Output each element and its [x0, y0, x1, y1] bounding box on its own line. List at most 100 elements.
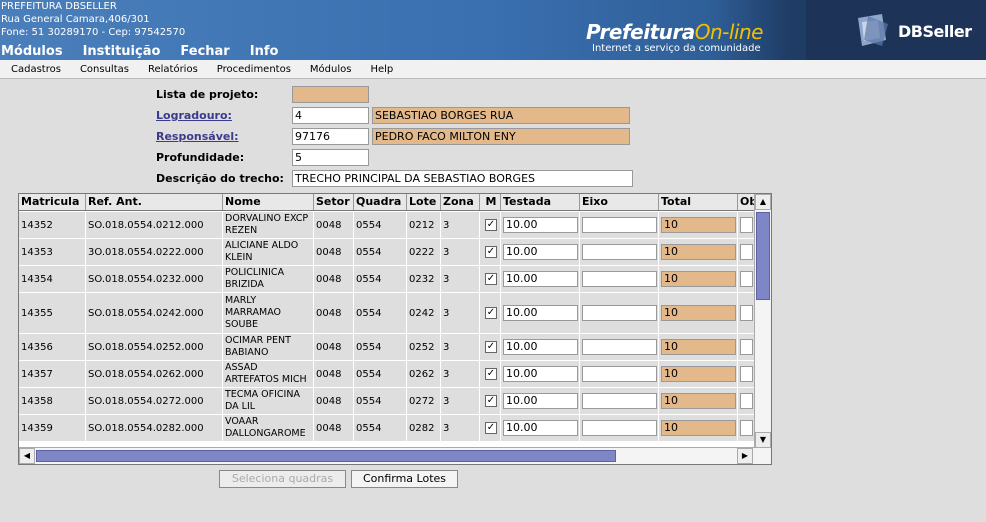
cell-lote: 0252 [407, 334, 441, 360]
nav-instituicao[interactable]: Instituição [83, 44, 161, 59]
descricao-field[interactable]: TRECHO PRINCIPAL DA SEBASTIAO BORGES [292, 170, 633, 187]
menu-cadastros[interactable]: Cadastros [11, 64, 61, 75]
check-icon[interactable]: ✓ [485, 246, 497, 258]
cell-testada: 10.00 [501, 293, 580, 333]
cell-total: 10 [659, 239, 738, 265]
profundidade-field[interactable]: 5 [292, 149, 369, 166]
logradouro-link[interactable]: Logradouro: [156, 109, 232, 122]
cell-total: 10 [659, 415, 738, 441]
cell-ob-input[interactable] [740, 305, 753, 321]
cell-quadra: 0554 [354, 266, 407, 292]
cell-eixo-input[interactable] [582, 217, 657, 233]
check-icon[interactable]: ✓ [485, 219, 497, 231]
menu-relatorios[interactable]: Relatórios [148, 64, 198, 75]
check-icon[interactable]: ✓ [485, 422, 497, 434]
profundidade-label: Profundidade: [156, 151, 245, 164]
cell-nome: VOAAR DALLONGAROME [223, 415, 314, 441]
arrow-up-icon[interactable]: ▲ [755, 194, 771, 210]
vertical-scrollbar[interactable]: ▲ ▼ [754, 194, 771, 448]
cell-zona: 3 [441, 212, 480, 238]
cell-eixo-input[interactable] [582, 393, 657, 409]
nav-modulos[interactable]: Módulos [1, 44, 63, 59]
arrow-left-icon[interactable]: ◀ [19, 448, 35, 464]
cell-eixo [580, 266, 659, 292]
table-row[interactable]: 14358 SO.018.0554.0272.000 TECMA OFICINA D… [19, 388, 755, 415]
cell-total-input: 10 [661, 271, 736, 287]
table-row[interactable]: 14357 SO.018.0554.0262.000 ASSAD ARTEFATOS… [19, 361, 755, 388]
check-icon[interactable]: ✓ [485, 273, 497, 285]
seleciona-quadras-button[interactable]: Seleciona quadras [219, 470, 346, 488]
cell-testada-input[interactable]: 10.00 [503, 420, 578, 436]
cell-ob-input[interactable] [740, 366, 753, 382]
cell-eixo-input[interactable] [582, 305, 657, 321]
cell-total-input: 10 [661, 339, 736, 355]
cell-testada-input[interactable]: 10.00 [503, 217, 578, 233]
cell-total: 10 [659, 212, 738, 238]
menu-modulos[interactable]: Módulos [310, 64, 352, 75]
arrow-down-icon[interactable]: ▼ [755, 432, 771, 448]
menu-help[interactable]: Help [370, 64, 393, 75]
cell-testada: 10.00 [501, 361, 580, 387]
cell-ob-input[interactable] [740, 339, 753, 355]
vertical-scroll-thumb[interactable] [756, 212, 770, 300]
check-icon[interactable]: ✓ [485, 307, 497, 319]
cell-ob-input[interactable] [740, 244, 753, 260]
cell-total-input: 10 [661, 217, 736, 233]
cell-testada-input[interactable]: 10.00 [503, 271, 578, 287]
responsavel-link[interactable]: Responsável: [156, 130, 239, 143]
check-icon[interactable]: ✓ [485, 368, 497, 380]
cell-testada-input[interactable]: 10.00 [503, 366, 578, 382]
dbseller-panel: DBSeller [806, 0, 986, 60]
cell-ob-input[interactable] [740, 420, 753, 436]
cell-eixo-input[interactable] [582, 271, 657, 287]
table-row[interactable]: 14355 SO.018.0554.0242.000 MARLY MARRAMAO … [19, 293, 755, 334]
table-row[interactable]: 14359 SO.018.0554.0282.000 VOAAR DALLONGAR… [19, 415, 755, 442]
cell-ob-input[interactable] [740, 217, 753, 233]
cell-testada-input[interactable]: 10.00 [503, 244, 578, 260]
confirma-lotes-button[interactable]: Confirma Lotes [351, 470, 458, 488]
horizontal-scroll-thumb[interactable] [36, 450, 616, 462]
cell-setor: 0048 [314, 212, 354, 238]
cell-nome: MARLY MARRAMAO SOUBE [223, 293, 314, 333]
cell-ob-input[interactable] [740, 393, 753, 409]
responsavel-code-field[interactable]: 97176 [292, 128, 369, 145]
table-row[interactable]: 14354 SO.018.0554.0232.000 POLICLINICA BRI… [19, 266, 755, 293]
cell-matricula: 14353 [19, 239, 86, 265]
cell-zona: 3 [441, 266, 480, 292]
menu-procedimentos[interactable]: Procedimentos [217, 64, 291, 75]
cell-testada-input[interactable]: 10.00 [503, 305, 578, 321]
cell-ref-ant: SO.018.0554.0282.000 [86, 415, 223, 441]
cell-eixo-input[interactable] [582, 366, 657, 382]
cell-total: 10 [659, 293, 738, 333]
nav-info[interactable]: Info [250, 44, 279, 59]
cell-check: ✓ [480, 239, 501, 265]
cell-eixo-input[interactable] [582, 339, 657, 355]
nav-fechar[interactable]: Fechar [180, 44, 229, 59]
cell-eixo-input[interactable] [582, 244, 657, 260]
cell-testada-input[interactable]: 10.00 [503, 339, 578, 355]
col-eixo: Eixo [580, 194, 659, 210]
logradouro-code-field[interactable]: 4 [292, 107, 369, 124]
cell-eixo-input[interactable] [582, 420, 657, 436]
horizontal-scrollbar[interactable]: ◀ ▶ [19, 447, 771, 464]
cell-eixo [580, 334, 659, 360]
cell-lote: 0222 [407, 239, 441, 265]
cell-matricula: 14354 [19, 266, 86, 292]
col-ref-ant: Ref. Ant. [86, 194, 223, 210]
table-row[interactable]: 14352 SO.018.0554.0212.000 DORVALINO EXCP … [19, 212, 755, 239]
arrow-right-icon[interactable]: ▶ [737, 448, 753, 464]
org-name: PREFEITURA DBSELLER [1, 1, 117, 12]
cell-lote: 0262 [407, 361, 441, 387]
menu-consultas[interactable]: Consultas [80, 64, 129, 75]
check-icon[interactable]: ✓ [485, 341, 497, 353]
lista-field[interactable] [292, 86, 369, 103]
table-row[interactable]: 14356 SO.018.0554.0252.000 OCIMAR PENT BAB… [19, 334, 755, 361]
cell-testada-input[interactable]: 10.00 [503, 393, 578, 409]
cell-lote: 0282 [407, 415, 441, 441]
check-icon[interactable]: ✓ [485, 395, 497, 407]
cell-ref-ant: SO.018.0554.0212.000 [86, 212, 223, 238]
descricao-label: Descrição do trecho: [156, 172, 284, 185]
table-row[interactable]: 14353 3O.018.0554.0222.000 ALICIANE ALDO K… [19, 239, 755, 266]
cell-total-input: 10 [661, 244, 736, 260]
cell-ob-input[interactable] [740, 271, 753, 287]
